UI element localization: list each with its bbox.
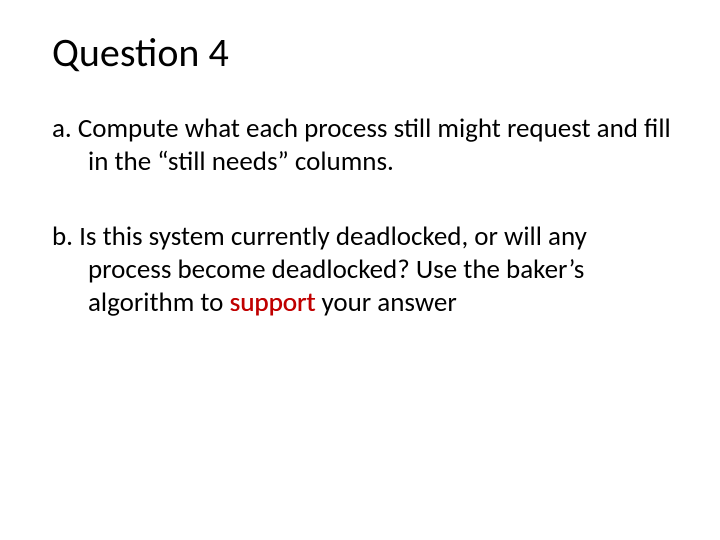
slide-title: Question 4	[52, 28, 672, 77]
list-item: a. Compute what each process still might…	[52, 113, 672, 179]
item-label: a.	[52, 112, 72, 145]
slide: Question 4 a. Compute what each process …	[0, 0, 720, 540]
item-highlight: support	[230, 286, 316, 319]
item-label: b.	[52, 220, 73, 253]
item-text: Compute what each process still might re…	[72, 112, 671, 178]
slide-body: a. Compute what each process still might…	[52, 113, 672, 320]
list-item: b. Is this system currently deadlocked, …	[52, 221, 672, 320]
item-text-after: your answer	[315, 286, 456, 319]
